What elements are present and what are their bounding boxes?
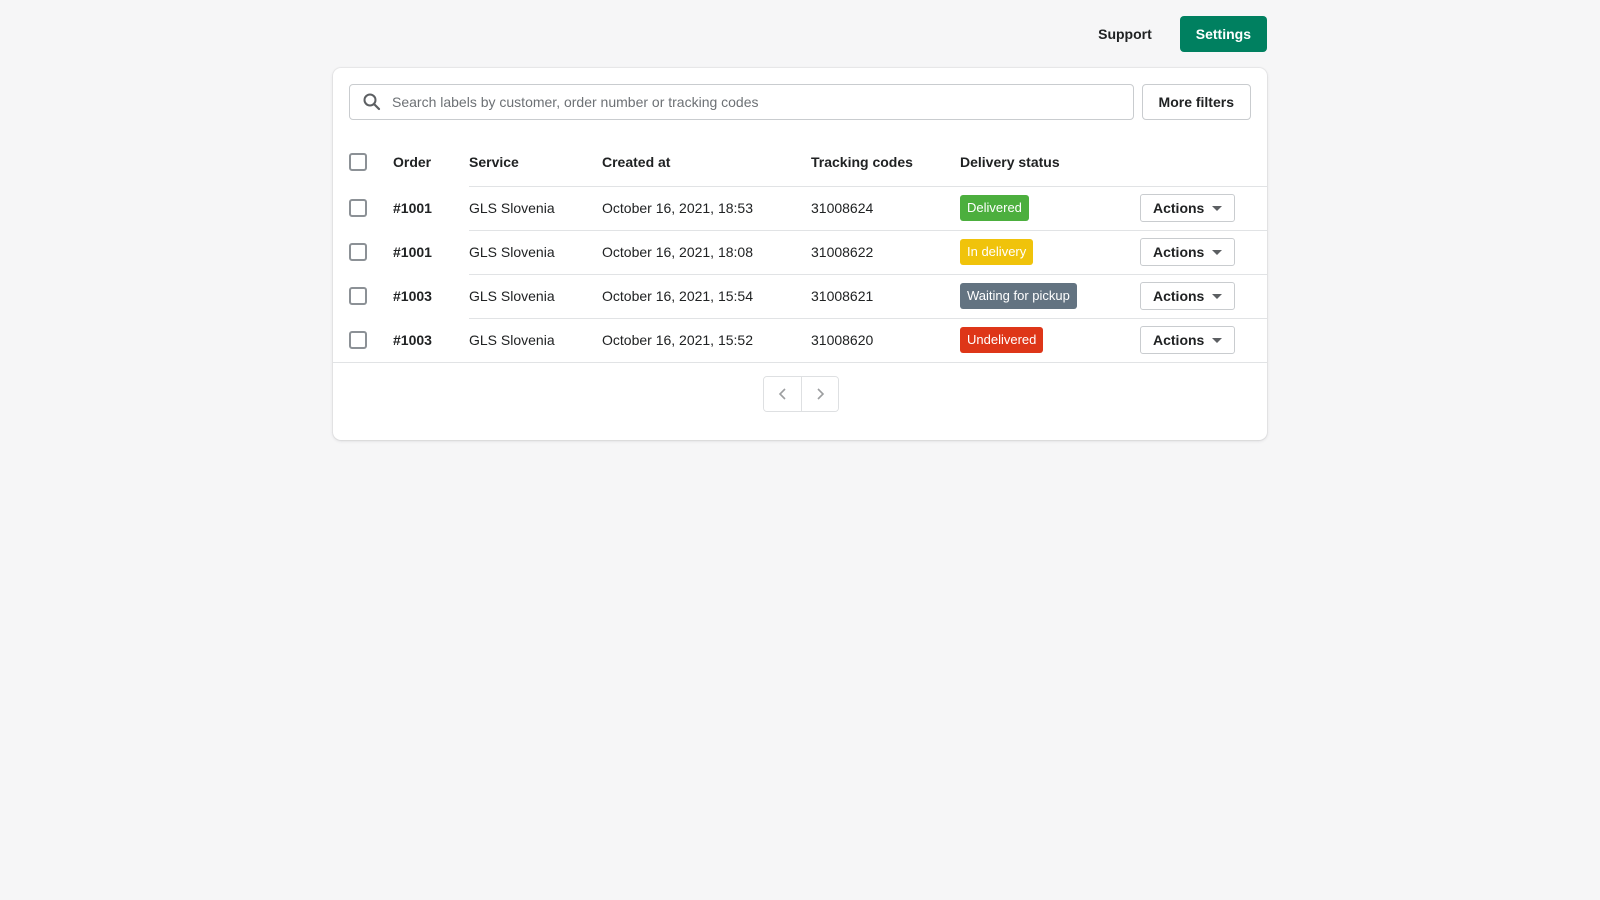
order-number[interactable]: #1003 <box>393 318 469 363</box>
tracking-code: 31008620 <box>811 317 960 363</box>
column-header-created-at[interactable]: Created at <box>602 138 811 186</box>
service-name: GLS Slovenia <box>469 317 602 363</box>
caret-down-icon <box>1212 249 1223 255</box>
row-checkbox[interactable] <box>349 330 367 349</box>
support-button[interactable]: Support <box>1080 16 1170 52</box>
top-bar: Support Settings <box>333 16 1267 52</box>
column-header-order[interactable]: Order <box>393 138 469 186</box>
service-name: GLS Slovenia <box>469 229 602 274</box>
created-at: October 16, 2021, 15:52 <box>602 317 811 363</box>
delivery-status-badge: In delivery <box>960 239 1034 265</box>
actions-label: Actions <box>1153 244 1205 260</box>
chevron-right-icon <box>817 388 825 400</box>
pagination <box>763 376 839 412</box>
actions-label: Actions <box>1153 332 1205 348</box>
service-name: GLS Slovenia <box>469 185 602 230</box>
search-icon <box>363 93 381 111</box>
delivery-status-badge: Waiting for pickup <box>960 283 1077 309</box>
settings-button[interactable]: Settings <box>1179 16 1267 52</box>
table-row[interactable]: #1001 GLS Slovenia October 16, 2021, 18:… <box>333 229 1267 274</box>
tracking-code: 31008621 <box>811 273 960 318</box>
next-page-button[interactable] <box>801 377 838 411</box>
order-number[interactable]: #1001 <box>393 186 469 230</box>
search-field[interactable] <box>349 84 1134 120</box>
column-header-tracking-codes[interactable]: Tracking codes <box>811 138 960 186</box>
delivery-status-badge: Delivered <box>960 195 1029 221</box>
actions-dropdown-button[interactable]: Actions <box>1140 282 1236 310</box>
table-row[interactable]: #1003 GLS Slovenia October 16, 2021, 15:… <box>333 273 1267 318</box>
delivery-status-badge: Undelivered <box>960 327 1044 353</box>
actions-dropdown-button[interactable]: Actions <box>1140 326 1236 354</box>
row-checkbox[interactable] <box>349 243 367 262</box>
column-header-delivery-status[interactable]: Delivery status <box>960 138 1140 186</box>
actions-label: Actions <box>1153 288 1205 304</box>
search-input[interactable] <box>390 93 1133 111</box>
filters-bar: More filters <box>349 84 1251 120</box>
caret-down-icon <box>1212 293 1223 299</box>
service-name: GLS Slovenia <box>469 273 602 318</box>
actions-label: Actions <box>1153 200 1205 216</box>
actions-dropdown-button[interactable]: Actions <box>1140 194 1236 222</box>
order-number[interactable]: #1003 <box>393 274 469 318</box>
created-at: October 16, 2021, 18:08 <box>602 229 811 274</box>
caret-down-icon <box>1212 205 1223 211</box>
row-checkbox[interactable] <box>349 199 367 218</box>
labels-card: More filters Order Service Created at Tr… <box>333 68 1267 440</box>
labels-table: Order Service Created at Tracking codes … <box>333 138 1267 363</box>
tracking-code: 31008624 <box>811 185 960 230</box>
chevron-left-icon <box>778 388 786 400</box>
more-filters-button[interactable]: More filters <box>1141 84 1251 120</box>
table-row[interactable]: #1003 GLS Slovenia October 16, 2021, 15:… <box>333 317 1267 363</box>
table-row[interactable]: #1001 GLS Slovenia October 16, 2021, 18:… <box>333 185 1267 230</box>
column-header-service[interactable]: Service <box>469 138 602 186</box>
order-number[interactable]: #1001 <box>393 230 469 274</box>
created-at: October 16, 2021, 18:53 <box>602 185 811 230</box>
created-at: October 16, 2021, 15:54 <box>602 273 811 318</box>
row-checkbox[interactable] <box>349 287 367 306</box>
table-header-row: Order Service Created at Tracking codes … <box>333 138 1267 186</box>
caret-down-icon <box>1212 337 1223 343</box>
tracking-code: 31008622 <box>811 229 960 274</box>
actions-dropdown-button[interactable]: Actions <box>1140 238 1236 266</box>
select-all-checkbox[interactable] <box>349 153 367 172</box>
previous-page-button[interactable] <box>764 377 801 411</box>
